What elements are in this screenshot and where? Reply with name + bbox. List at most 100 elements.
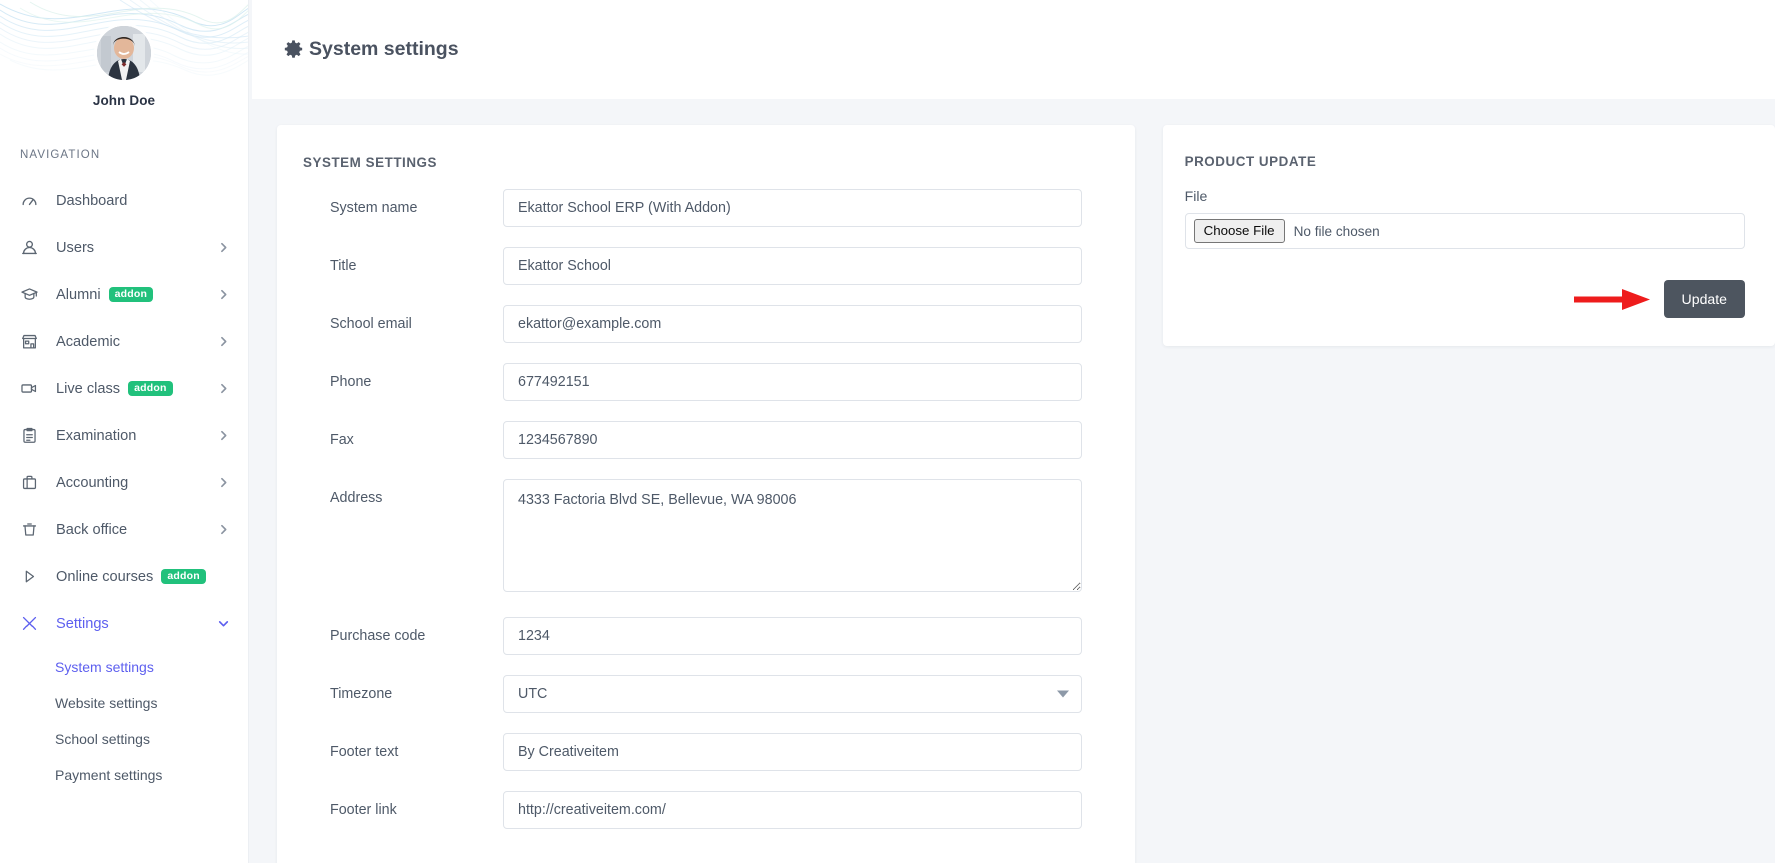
form-row-footer-link: Footer link: [303, 791, 1082, 829]
sidebar-item-live-class[interactable]: Live class addon: [0, 365, 248, 412]
sidebar-item-alumni[interactable]: Alumni addon: [0, 271, 248, 318]
choose-file-button[interactable]: Choose File: [1193, 218, 1285, 244]
address-textarea[interactable]: 4333 Factoria Blvd SE, Bellevue, WA 9800…: [503, 479, 1082, 592]
file-input-box[interactable]: Choose File No file chosen: [1184, 213, 1745, 249]
system-settings-card: SYSTEM SETTINGS System name Title School…: [277, 125, 1135, 863]
label-timezone: Timezone: [330, 686, 393, 702]
app-root: John Doe NAVIGATION Dashboard Users Alum…: [0, 0, 1775, 863]
sidebar-item-settings[interactable]: Settings: [0, 600, 248, 647]
form-row-purchase-code: Purchase code: [303, 617, 1082, 655]
school-email-input[interactable]: [503, 305, 1082, 343]
sidebar-profile: John Doe: [0, 0, 248, 108]
label-text: Settings: [56, 615, 109, 632]
sidebar-subitem-school-settings[interactable]: School settings: [0, 721, 248, 757]
field-title: [503, 247, 1082, 285]
system-name-input[interactable]: [503, 189, 1082, 227]
sidebar-item-label: Live class addon: [46, 381, 217, 397]
sidebar-subitem-website-settings[interactable]: Website settings: [0, 685, 248, 721]
sidebar-nav-list: Dashboard Users Alumni addon Academic Li…: [0, 177, 248, 647]
label-purchase-code: Purchase code: [330, 628, 426, 644]
nav-section-label: NAVIGATION: [20, 149, 101, 161]
label-text: Online courses: [56, 568, 154, 585]
label-text: Back office: [56, 521, 128, 538]
footer-link-input[interactable]: [503, 791, 1082, 829]
label-text: Live class: [56, 380, 121, 397]
chevron-right-icon: [217, 335, 230, 348]
avatar[interactable]: [97, 26, 151, 80]
clipboard-icon: [20, 426, 46, 445]
footer-text-input[interactable]: [503, 733, 1082, 771]
tools-icon: [20, 614, 46, 633]
label-text: Accounting: [56, 474, 129, 491]
field-fax: [503, 421, 1082, 459]
sidebar-item-label: Users: [46, 240, 217, 256]
chevron-right-icon: [217, 429, 230, 442]
addon-badge: addon: [128, 380, 173, 397]
field-purchase-code: [503, 617, 1082, 655]
main-content: System settings SYSTEM SETTINGS System n…: [249, 0, 1775, 863]
label-text: Examination: [56, 427, 137, 444]
speedometer-icon: [20, 191, 46, 210]
sidebar-item-label: Online courses addon: [46, 569, 230, 585]
fax-input[interactable]: [503, 421, 1082, 459]
sidebar-item-label: Alumni addon: [46, 287, 217, 303]
sidebar-item-academic[interactable]: Academic: [0, 318, 248, 365]
timezone-select[interactable]: UTC: [503, 675, 1082, 713]
store-icon: [20, 332, 46, 351]
sidebar-item-label: Academic: [46, 334, 217, 350]
sidebar-item-examination[interactable]: Examination: [0, 412, 248, 459]
field-timezone: UTC: [503, 675, 1082, 713]
label-text: Dashboard: [56, 192, 128, 209]
sidebar-item-online-courses[interactable]: Online courses addon: [0, 553, 248, 600]
form-row-system-name: System name: [303, 189, 1082, 227]
content-area: SYSTEM SETTINGS System name Title School…: [249, 99, 1775, 863]
label-address: Address: [330, 490, 383, 506]
field-address: 4333 Factoria Blvd SE, Bellevue, WA 9800…: [503, 479, 1082, 597]
profile-name: John Doe: [92, 93, 156, 108]
chevron-down-icon: [217, 617, 230, 630]
sidebar-item-label: Settings: [46, 616, 217, 632]
form-row-address: Address 4333 Factoria Blvd SE, Bellevue,…: [303, 479, 1082, 597]
form-row-school-email: School email: [303, 305, 1082, 343]
settings-submenu: System settings Website settings School …: [0, 647, 248, 793]
sidebar-item-back-office[interactable]: Back office: [0, 506, 248, 553]
addon-badge: addon: [108, 286, 154, 303]
purchase-code-input[interactable]: [503, 617, 1082, 655]
sidebar-item-label: Examination: [46, 428, 217, 444]
red-arrow-pointing-right-icon: [1574, 286, 1652, 312]
form-row-footer-text: Footer text: [303, 733, 1082, 771]
file-label: File: [1184, 188, 1208, 204]
timezone-select-wrapper: UTC: [503, 675, 1082, 713]
phone-input[interactable]: [503, 363, 1082, 401]
product-update-card: PRODUCT UPDATE File Choose File No file …: [1162, 125, 1775, 346]
page-title-text: System settings: [309, 38, 459, 60]
video-camera-icon: [20, 379, 46, 398]
sidebar: John Doe NAVIGATION Dashboard Users Alum…: [0, 0, 249, 863]
gear-icon: [283, 39, 304, 60]
graduation-cap-icon: [20, 285, 46, 304]
user-icon: [20, 238, 46, 257]
chevron-right-icon: [217, 476, 230, 489]
sidebar-subitem-system-settings[interactable]: System settings: [0, 649, 248, 685]
sidebar-item-users[interactable]: Users: [0, 224, 248, 271]
sidebar-subitem-payment-settings[interactable]: Payment settings: [0, 757, 248, 793]
trash-bin-icon: [20, 520, 46, 539]
form-row-fax: Fax: [303, 421, 1082, 459]
chevron-right-icon: [217, 523, 230, 536]
file-status-text: No file chosen: [1293, 223, 1380, 239]
sidebar-item-dashboard[interactable]: Dashboard: [0, 177, 248, 224]
label-footer-link: Footer link: [330, 802, 397, 818]
title-input[interactable]: [503, 247, 1082, 285]
chevron-right-icon: [217, 241, 230, 254]
addon-badge: addon: [161, 568, 206, 585]
label-school-email: School email: [330, 316, 412, 332]
user-avatar-photo: [97, 26, 151, 80]
label-phone: Phone: [330, 374, 372, 390]
update-button[interactable]: Update: [1663, 280, 1745, 318]
sidebar-item-label: Accounting: [46, 475, 217, 491]
briefcase-icon: [20, 473, 46, 492]
field-phone: [503, 363, 1082, 401]
play-triangle-icon: [20, 567, 46, 586]
sidebar-item-accounting[interactable]: Accounting: [0, 459, 248, 506]
form-row-phone: Phone: [303, 363, 1082, 401]
